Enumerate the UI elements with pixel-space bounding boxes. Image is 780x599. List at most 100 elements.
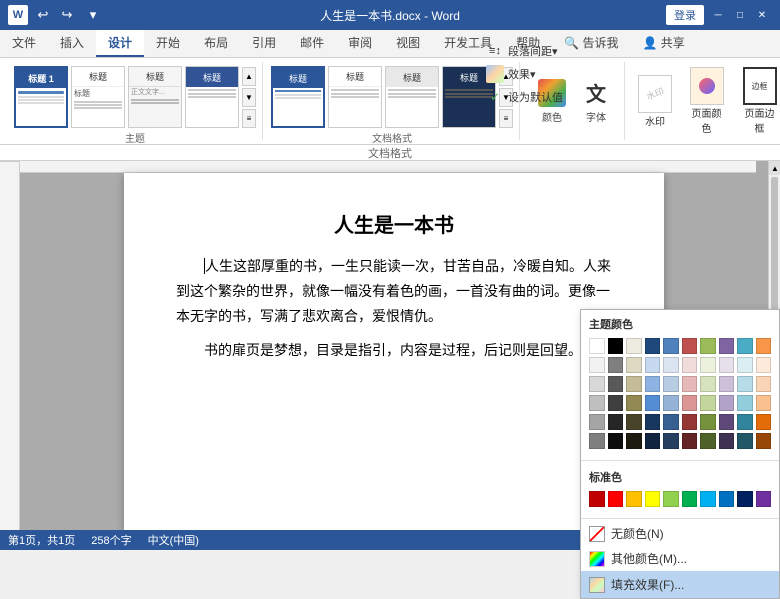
swatch-r2-2[interactable] [608, 357, 624, 373]
swatch-green[interactable] [700, 338, 716, 354]
swatch-r5-7[interactable] [700, 414, 716, 430]
swatch-r6-4[interactable] [645, 433, 661, 449]
tab-view[interactable]: 视图 [384, 30, 432, 57]
restore-button[interactable]: □ [730, 5, 750, 25]
swatch-r3-9[interactable] [737, 376, 753, 392]
swatch-r4-1[interactable] [589, 395, 605, 411]
fill-effect-option[interactable]: 填充效果(F)... [581, 571, 779, 598]
std-swatch-4[interactable] [645, 491, 661, 507]
swatch-r6-8[interactable] [719, 433, 735, 449]
quick-access-more[interactable]: ▾ [82, 4, 104, 26]
swatch-r4-9[interactable] [737, 395, 753, 411]
tab-mailings[interactable]: 邮件 [288, 30, 336, 57]
theme-item-4[interactable]: 标题 [185, 66, 239, 128]
tab-home[interactable]: 开始 [144, 30, 192, 57]
swatch-r4-5[interactable] [663, 395, 679, 411]
swatch-r4-3[interactable] [626, 395, 642, 411]
swatch-r6-1[interactable] [589, 433, 605, 449]
swatch-dark-blue[interactable] [645, 338, 661, 354]
std-swatch-6[interactable] [682, 491, 698, 507]
font-button[interactable]: 文 字体 [576, 75, 616, 128]
tab-review[interactable]: 审阅 [336, 30, 384, 57]
tab-file[interactable]: 文件 [0, 30, 48, 57]
swatch-r2-4[interactable] [645, 357, 661, 373]
swatch-red[interactable] [682, 338, 698, 354]
tab-references[interactable]: 引用 [240, 30, 288, 57]
page-color-button[interactable]: 页面颜色 [681, 63, 732, 139]
swatch-r4-6[interactable] [682, 395, 698, 411]
swatch-r2-3[interactable] [626, 357, 642, 373]
std-swatch-3[interactable] [626, 491, 642, 507]
tab-insert[interactable]: 插入 [48, 30, 96, 57]
std-swatch-5[interactable] [663, 491, 679, 507]
no-color-option[interactable]: 无颜色(N) [581, 521, 779, 546]
std-swatch-2[interactable] [608, 491, 624, 507]
redo-button[interactable]: ↪ [56, 4, 78, 26]
swatch-r6-10[interactable] [756, 433, 772, 449]
scroll-up-arrow[interactable]: ▲ [769, 161, 780, 175]
std-swatch-8[interactable] [719, 491, 735, 507]
swatch-r3-1[interactable] [589, 376, 605, 392]
swatch-r6-9[interactable] [737, 433, 753, 449]
swatch-r3-5[interactable] [663, 376, 679, 392]
swatch-blue[interactable] [663, 338, 679, 354]
swatch-r5-9[interactable] [737, 414, 753, 430]
gallery-expand-arrow[interactable]: ≡ [242, 109, 256, 128]
swatch-r4-8[interactable] [719, 395, 735, 411]
swatch-r6-3[interactable] [626, 433, 642, 449]
format-item-3[interactable]: 标题 [385, 66, 439, 128]
swatch-orange[interactable] [756, 338, 772, 354]
format-expand-arrow[interactable]: ≡ [499, 109, 513, 128]
swatch-r3-6[interactable] [682, 376, 698, 392]
page-border-button[interactable]: 边框 页面边框 [734, 63, 780, 139]
swatch-black[interactable] [608, 338, 624, 354]
set-default-button[interactable]: ✓ 设为默认值 [480, 86, 569, 108]
swatch-r4-4[interactable] [645, 395, 661, 411]
swatch-r3-10[interactable] [756, 376, 772, 392]
swatch-r5-5[interactable] [663, 414, 679, 430]
gallery-down-arrow[interactable]: ▼ [242, 88, 256, 107]
gallery-up-arrow[interactable]: ▲ [242, 67, 256, 86]
swatch-white[interactable] [589, 338, 605, 354]
std-swatch-10[interactable] [756, 491, 772, 507]
std-swatch-1[interactable] [589, 491, 605, 507]
swatch-r5-1[interactable] [589, 414, 605, 430]
swatch-r6-6[interactable] [682, 433, 698, 449]
swatch-r2-1[interactable] [589, 357, 605, 373]
undo-button[interactable]: ↩ [32, 4, 54, 26]
theme-item-1[interactable]: 标题 1 [14, 66, 68, 128]
close-button[interactable]: ✕ [752, 5, 772, 25]
swatch-r5-8[interactable] [719, 414, 735, 430]
swatch-r5-4[interactable] [645, 414, 661, 430]
swatch-r5-3[interactable] [626, 414, 642, 430]
theme-item-2[interactable]: 标题 标题 [71, 66, 125, 128]
theme-item-3[interactable]: 标题 正文文字... [128, 66, 182, 128]
std-swatch-7[interactable] [700, 491, 716, 507]
std-swatch-9[interactable] [737, 491, 753, 507]
swatch-r5-10[interactable] [756, 414, 772, 430]
watermark-button[interactable]: 水印 [631, 71, 679, 132]
swatch-r6-2[interactable] [608, 433, 624, 449]
login-button[interactable]: 登录 [666, 5, 704, 25]
format-item-2[interactable]: 标题 [328, 66, 382, 128]
effects-button[interactable]: 效果▾ [480, 63, 569, 85]
swatch-r2-7[interactable] [700, 357, 716, 373]
swatch-r3-7[interactable] [700, 376, 716, 392]
tab-share[interactable]: 👤 共享 [630, 30, 696, 57]
swatch-r2-5[interactable] [663, 357, 679, 373]
swatch-r3-2[interactable] [608, 376, 624, 392]
swatch-r2-10[interactable] [756, 357, 772, 373]
swatch-r5-2[interactable] [608, 414, 624, 430]
swatch-r3-4[interactable] [645, 376, 661, 392]
swatch-r3-8[interactable] [719, 376, 735, 392]
swatch-r3-3[interactable] [626, 376, 642, 392]
swatch-r4-2[interactable] [608, 395, 624, 411]
minimize-button[interactable]: ─ [708, 5, 728, 25]
swatch-r6-7[interactable] [700, 433, 716, 449]
swatch-purple[interactable] [719, 338, 735, 354]
swatch-r6-5[interactable] [663, 433, 679, 449]
paragraph-spacing-button[interactable]: ≡↕ 段落间距▾ [480, 40, 569, 62]
swatch-r2-6[interactable] [682, 357, 698, 373]
swatch-r2-8[interactable] [719, 357, 735, 373]
swatch-r4-7[interactable] [700, 395, 716, 411]
